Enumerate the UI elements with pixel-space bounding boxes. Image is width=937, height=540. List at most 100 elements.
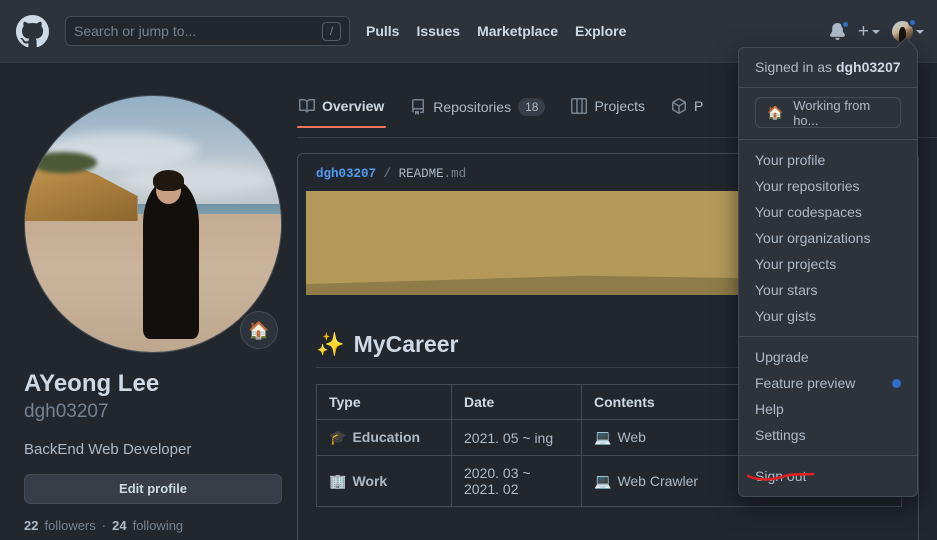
nav-link-issues[interactable]: Issues [416, 23, 460, 39]
project-board-icon [571, 98, 588, 114]
package-icon [672, 98, 687, 114]
tab-repositories[interactable]: Repositories 18 [408, 93, 547, 130]
menu-item-your-projects[interactable]: Your projects [739, 251, 917, 277]
set-status-button[interactable]: 🏠 Working from ho... [755, 97, 901, 128]
search-input[interactable]: Search or jump to... / [65, 16, 350, 46]
menu-item-your-stars[interactable]: Your stars [739, 277, 917, 303]
notification-indicator-dot [840, 20, 850, 29]
search-shortcut-key: / [322, 21, 341, 41]
section-title-text: MyCareer [353, 331, 459, 357]
tab-count-badge: 18 [518, 98, 546, 116]
avatar-cloud [122, 162, 271, 196]
menu-item-feature-preview[interactable]: Feature preview [739, 370, 917, 396]
nav-link-pulls[interactable]: Pulls [366, 23, 399, 39]
signed-in-prefix: Signed in as [755, 59, 833, 75]
tab-label: Projects [594, 98, 646, 114]
menu-item-label: Your profile [755, 152, 826, 168]
menu-item-settings[interactable]: Settings [739, 422, 917, 448]
github-profile-page: Search or jump to... / Pulls Issues Mark… [0, 0, 937, 540]
cell-date: 2020. 03 ~ 2021. 02 [451, 455, 582, 507]
menu-item-label: Your projects [755, 256, 837, 272]
notifications-button[interactable] [829, 20, 850, 40]
readme-filename[interactable]: README [399, 167, 444, 181]
readme-owner[interactable]: dgh03207 [316, 167, 376, 181]
profile-status-badge[interactable]: 🏠 [240, 311, 278, 349]
menu-item-your-organizations[interactable]: Your organizations [739, 225, 917, 251]
create-new-button[interactable]: + [858, 22, 880, 41]
menu-item-label: Your repositories [755, 178, 860, 194]
tab-label: Repositories [433, 99, 512, 115]
profile-follow-stats: 22 followers · 24 following [24, 518, 282, 533]
signed-in-as: Signed in as dgh03207 [739, 48, 917, 87]
cell-type: 🏢 Work [316, 455, 452, 507]
profile-tabs: Overview Repositories 18 Projects P [297, 93, 705, 138]
menu-item-your-gists[interactable]: Your gists [739, 303, 917, 329]
menu-item-upgrade[interactable]: Upgrade [739, 344, 917, 370]
menu-item-label: Feature preview [755, 375, 856, 391]
menu-item-your-repositories[interactable]: Your repositories [739, 173, 917, 199]
menu-item-label: Your gists [755, 308, 816, 324]
plus-icon: + [857, 21, 869, 42]
status-text: Working from ho... [793, 97, 871, 128]
tab-projects[interactable]: Projects [569, 93, 647, 128]
graduation-cap-icon: 🎓 [329, 429, 347, 445]
cell-contents-text: Web Crawler [617, 472, 699, 489]
menu-item-label: Your codespaces [755, 204, 862, 220]
column-header-date: Date [451, 384, 582, 420]
menu-item-label: Settings [755, 427, 806, 443]
tab-overview[interactable]: Overview [297, 93, 387, 128]
menu-item-sign-out[interactable]: Sign out [739, 463, 917, 489]
profile-sidebar: 🏠 AYeong Lee dgh03207 BackEnd Web Develo… [24, 95, 282, 533]
menu-item-your-codespaces[interactable]: Your codespaces [739, 199, 917, 225]
signed-in-username: dgh03207 [835, 59, 901, 75]
readme-extension: .md [443, 167, 467, 181]
edit-profile-button[interactable]: Edit profile [24, 473, 282, 504]
cell-type-text: Work [352, 472, 388, 489]
account-indicator-dot [908, 18, 917, 27]
dropdown-group-primary: Your profile Your repositories Your code… [739, 140, 917, 336]
tab-packages[interactable]: P [669, 93, 705, 128]
chevron-down-icon [872, 29, 880, 34]
account-dropdown-menu: Signed in as dgh03207 🏠 Working from ho.… [738, 47, 918, 497]
menu-item-help[interactable]: Help [739, 396, 917, 422]
menu-item-label: Sign out [755, 468, 807, 484]
header-nav: Pulls Issues Marketplace Explore [366, 23, 626, 39]
github-mark-icon[interactable] [16, 14, 49, 48]
column-header-type: Type [316, 384, 452, 420]
tab-label: Overview [322, 98, 385, 114]
avatar-foliage [30, 152, 97, 173]
profile-login: dgh03207 [24, 401, 109, 422]
cell-contents-text: Web [617, 429, 646, 445]
avatar-person-hair [153, 170, 184, 191]
menu-item-label: Your organizations [755, 230, 871, 246]
cell-type-text: Education [352, 429, 421, 445]
search-placeholder: Search or jump to... [74, 23, 197, 39]
followers-count[interactable]: 22 [24, 518, 38, 533]
office-building-icon: 🏢 [329, 472, 347, 489]
breadcrumb-separator: / [383, 167, 392, 181]
sparkles-icon: ✨ [316, 331, 345, 357]
cell-date: 2021. 05 ~ ing [451, 419, 582, 456]
menu-item-your-profile[interactable]: Your profile [739, 147, 917, 173]
dropdown-group-secondary: Upgrade Feature preview Help Settings [739, 337, 917, 455]
followers-label: followers [44, 517, 96, 533]
stat-separator: · [101, 517, 107, 533]
chevron-down-icon [916, 29, 924, 34]
tab-label: P [694, 98, 704, 114]
menu-item-label: Your stars [755, 282, 818, 298]
house-icon: 🏠 [767, 104, 784, 120]
cell-type: 🎓 Education [316, 419, 452, 456]
profile-name: AYeong Lee [24, 370, 160, 397]
laptop-icon: 💻 [594, 429, 612, 445]
status-section: 🏠 Working from ho... [739, 88, 917, 139]
nav-link-marketplace[interactable]: Marketplace [477, 23, 558, 39]
profile-avatar[interactable] [24, 95, 282, 353]
nav-link-explore[interactable]: Explore [575, 23, 626, 39]
avatar-person [142, 180, 200, 340]
repo-icon [412, 99, 425, 115]
profile-bio: BackEnd Web Developer [24, 440, 192, 458]
menu-item-label: Help [755, 401, 784, 417]
following-label: following [132, 517, 184, 533]
dropdown-group-signout: Sign out [739, 456, 917, 496]
following-count[interactable]: 24 [112, 518, 126, 533]
